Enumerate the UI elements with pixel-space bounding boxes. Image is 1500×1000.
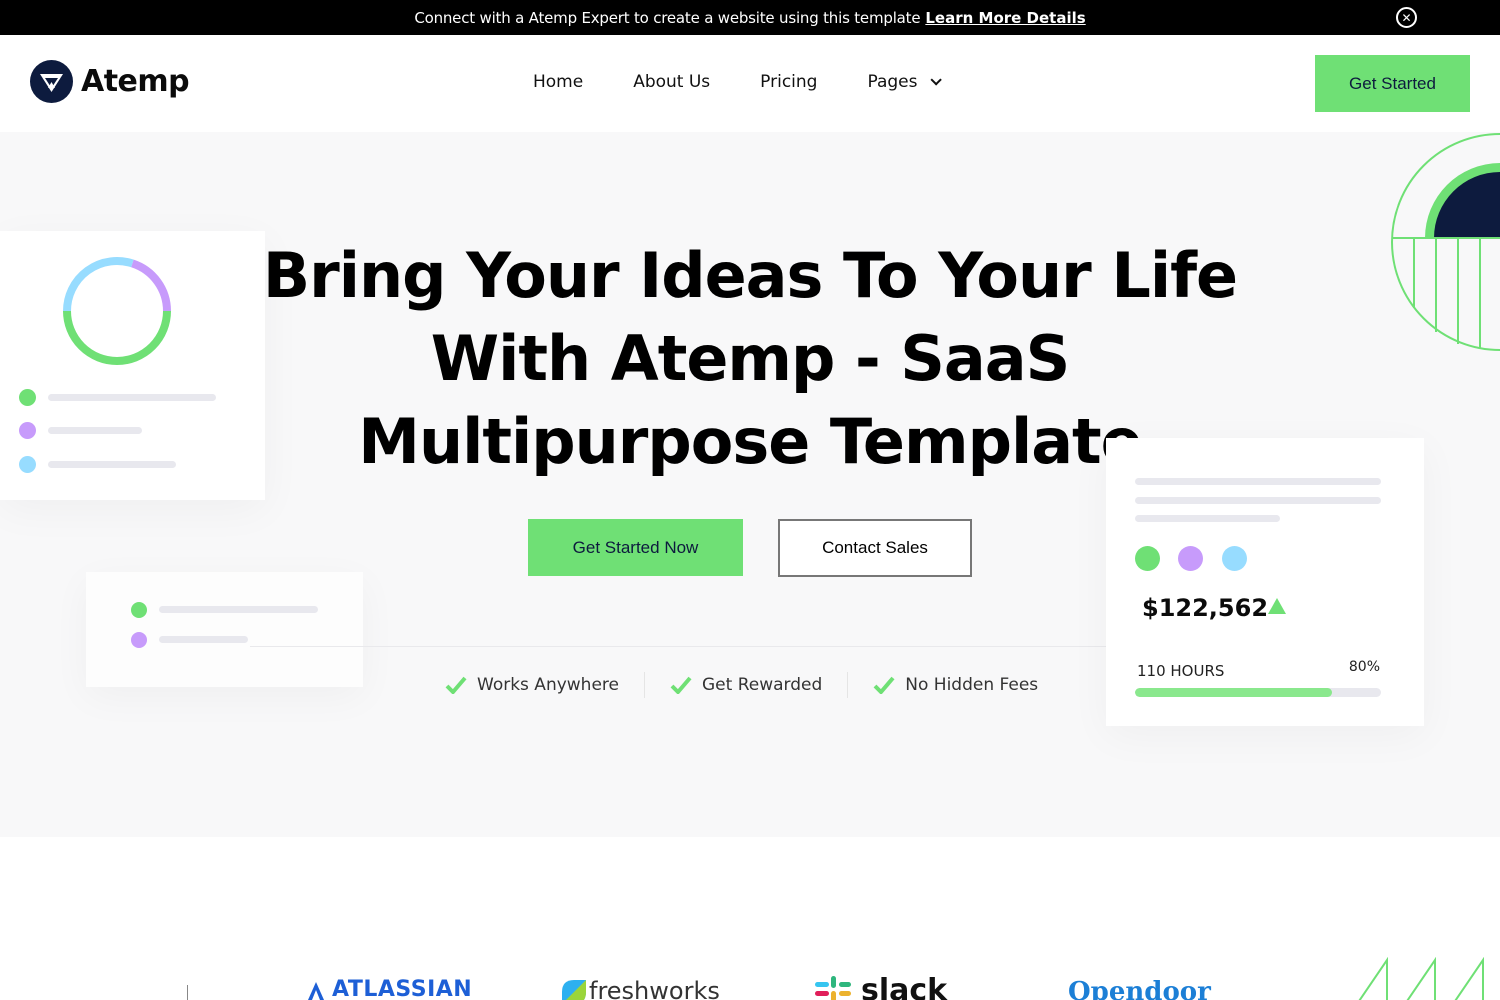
atlassian-icon bbox=[308, 981, 324, 1000]
atemp-logo-icon bbox=[30, 60, 73, 103]
nav-pages-label: Pages bbox=[867, 72, 918, 92]
placeholder-bar bbox=[1135, 497, 1381, 504]
placeholder-bar bbox=[48, 427, 142, 434]
hero-headline: Bring Your Ideas To Your Life With Atemp… bbox=[262, 239, 1238, 478]
check-icon bbox=[670, 676, 692, 694]
feature-item: Works Anywhere bbox=[445, 675, 619, 695]
slack-logo: slack bbox=[815, 973, 947, 1000]
close-circle-icon[interactable]: ✕ bbox=[1396, 7, 1417, 28]
legend-dot-green bbox=[19, 389, 36, 406]
legend-dot-purple bbox=[19, 422, 36, 439]
feature-item: Get Rewarded bbox=[670, 675, 822, 695]
check-icon bbox=[873, 676, 895, 694]
donut-chart-card bbox=[0, 231, 265, 500]
nav-home[interactable]: Home bbox=[533, 72, 583, 92]
donut-segment-green bbox=[63, 310, 171, 365]
nav-about-us[interactable]: About Us bbox=[633, 72, 710, 92]
progress-bar bbox=[1135, 688, 1381, 697]
client-logos: ATLASSIAN freshworks slack Opendoor bbox=[0, 837, 1500, 1000]
placeholder-bar bbox=[159, 606, 318, 613]
slack-logo-text: slack bbox=[861, 973, 948, 1000]
chevron-down-icon bbox=[929, 74, 942, 86]
placeholder-bar bbox=[1135, 515, 1280, 522]
logo-placeholder bbox=[187, 985, 188, 1000]
check-icon bbox=[445, 676, 467, 694]
progress-fill bbox=[1135, 688, 1332, 697]
nav-home-label: Home bbox=[533, 72, 584, 92]
feature-separator bbox=[847, 672, 849, 698]
feature-label: Get Rewarded bbox=[702, 675, 823, 695]
opendoor-logo-text: Opendoor bbox=[1068, 977, 1211, 1000]
slack-icon bbox=[815, 975, 851, 1000]
color-dot-purple bbox=[1178, 546, 1203, 571]
contact-sales-button[interactable]: Contact Sales bbox=[778, 519, 972, 577]
nav-pricing[interactable]: Pricing bbox=[760, 72, 817, 92]
legend-dot-green bbox=[131, 602, 147, 618]
freshworks-icon bbox=[562, 980, 586, 1000]
legend-dot-purple bbox=[131, 632, 147, 648]
freshworks-logo-text: freshworks bbox=[589, 977, 720, 1000]
decorative-zigzag-graphic bbox=[1358, 957, 1484, 1000]
donut-chart bbox=[63, 257, 171, 365]
announcement-bar: Connect with a Atemp Expert to create a … bbox=[0, 0, 1500, 35]
percent-label: 80% bbox=[1348, 659, 1380, 675]
freshworks-logo: freshworks bbox=[560, 977, 720, 1000]
logo[interactable]: Atemp bbox=[30, 60, 190, 103]
feature-list: Works Anywhere Get Rewarded No Hidden Fe… bbox=[445, 672, 1038, 698]
donut-segment-blue bbox=[63, 257, 134, 312]
atlassian-logo-text: ATLASSIAN bbox=[332, 977, 473, 1000]
announcement-message: Connect with a Atemp Expert to create a … bbox=[414, 8, 921, 27]
nav-pages[interactable]: Pages bbox=[867, 72, 942, 92]
feature-label: No Hidden Fees bbox=[905, 675, 1039, 695]
placeholder-bar bbox=[159, 636, 248, 643]
list-card bbox=[86, 572, 363, 687]
logo-text: Atemp bbox=[81, 64, 190, 99]
nav-about-us-label: About Us bbox=[633, 72, 711, 92]
placeholder-bar bbox=[1135, 478, 1381, 485]
stats-card: $122,562 110 HOURS 80% bbox=[1106, 438, 1424, 726]
atlassian-logo: ATLASSIAN bbox=[306, 977, 472, 1000]
feature-label: Works Anywhere bbox=[477, 675, 619, 695]
hero-section: Bring Your Ideas To Your Life With Atemp… bbox=[0, 132, 1500, 837]
site-header: Atemp Home About Us Pricing Pages Get St… bbox=[0, 35, 1500, 132]
get-started-button[interactable]: Get Started bbox=[1315, 55, 1470, 112]
learn-more-link[interactable]: Learn More Details bbox=[925, 9, 1085, 27]
donut-segment-purple bbox=[131, 259, 171, 312]
main-nav: Home About Us Pricing Pages bbox=[533, 72, 988, 92]
opendoor-logo: Opendoor bbox=[1068, 977, 1211, 1000]
triangle-up-icon bbox=[1268, 598, 1286, 614]
get-started-now-button[interactable]: Get Started Now bbox=[528, 519, 743, 576]
color-dot-green bbox=[1135, 546, 1160, 571]
decorative-circle-graphic bbox=[1391, 133, 1500, 351]
feature-item: No Hidden Fees bbox=[873, 675, 1038, 695]
nav-pricing-label: Pricing bbox=[760, 72, 818, 92]
color-dot-blue bbox=[1222, 546, 1247, 571]
hours-label: 110 HOURS bbox=[1137, 662, 1225, 680]
placeholder-bar bbox=[48, 394, 216, 401]
revenue-amount: $122,562 bbox=[1142, 594, 1269, 622]
legend-dot-blue bbox=[19, 456, 36, 473]
placeholder-bar bbox=[48, 461, 176, 468]
feature-separator bbox=[644, 672, 645, 698]
